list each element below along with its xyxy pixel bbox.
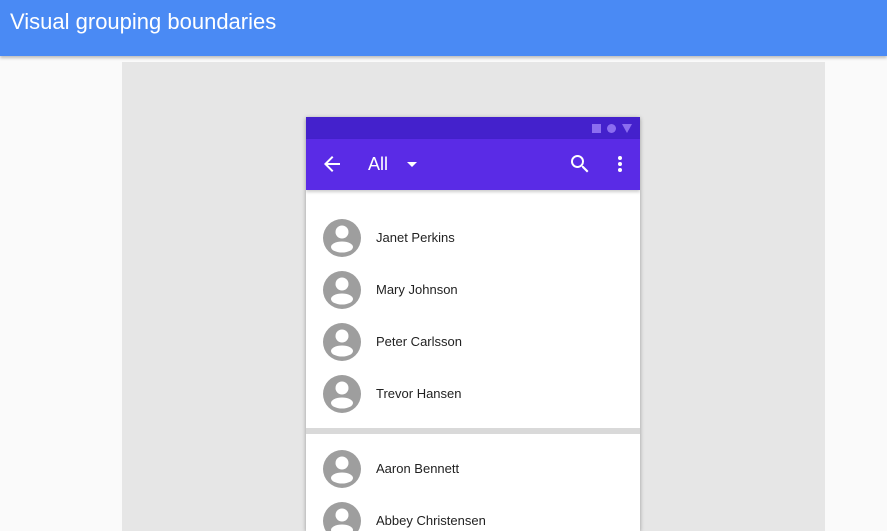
list-item[interactable]: Mary Johnson — [306, 264, 640, 316]
arrow-drop-down-icon — [407, 162, 418, 167]
list-item[interactable]: Trevor Hansen — [306, 368, 640, 420]
group-divider — [306, 428, 640, 434]
circle-icon — [607, 123, 616, 133]
list-item[interactable]: Peter Carlsson — [306, 316, 640, 368]
search-button[interactable] — [568, 152, 592, 176]
account-circle-icon — [323, 450, 361, 488]
square-icon — [592, 123, 601, 133]
filter-dropdown-label: All — [368, 153, 389, 174]
page-title: Visual grouping boundaries — [10, 9, 277, 34]
filter-dropdown[interactable]: All — [368, 149, 419, 179]
contact-group-a: Janet Perkins Mary Johnson Peter Carlsso… — [306, 212, 640, 420]
contact-name: Abbey Christensen — [376, 513, 486, 528]
contact-name: Peter Carlsson — [376, 334, 462, 349]
account-circle-icon — [323, 375, 361, 413]
account-circle-icon — [323, 271, 361, 309]
status-icons — [592, 123, 632, 133]
contact-group-b: Aaron Bennett Abbey Christensen — [306, 443, 640, 531]
arrow-back-icon — [324, 156, 340, 172]
triangle-icon — [622, 123, 632, 133]
app-bar: All — [306, 139, 640, 190]
page-header: Visual grouping boundaries — [0, 0, 887, 56]
account-circle-icon — [323, 502, 361, 531]
more-options-button[interactable] — [608, 152, 632, 176]
list-item[interactable]: Janet Perkins — [306, 212, 640, 264]
contact-name: Trevor Hansen — [376, 386, 462, 401]
contact-name: Janet Perkins — [376, 230, 455, 245]
list-item[interactable]: Aaron Bennett — [306, 443, 640, 495]
phone-frame: All Janet Perkins Mary Johnson Peter Car… — [306, 117, 640, 531]
account-circle-icon — [323, 219, 361, 257]
status-bar — [306, 117, 640, 139]
back-button[interactable] — [320, 152, 344, 176]
contact-name: Mary Johnson — [376, 282, 458, 297]
contact-name: Aaron Bennett — [376, 461, 460, 476]
more-vert-icon — [618, 156, 622, 172]
search-icon — [571, 155, 589, 173]
account-circle-icon — [323, 323, 361, 361]
list-item[interactable]: Abbey Christensen — [306, 495, 640, 531]
